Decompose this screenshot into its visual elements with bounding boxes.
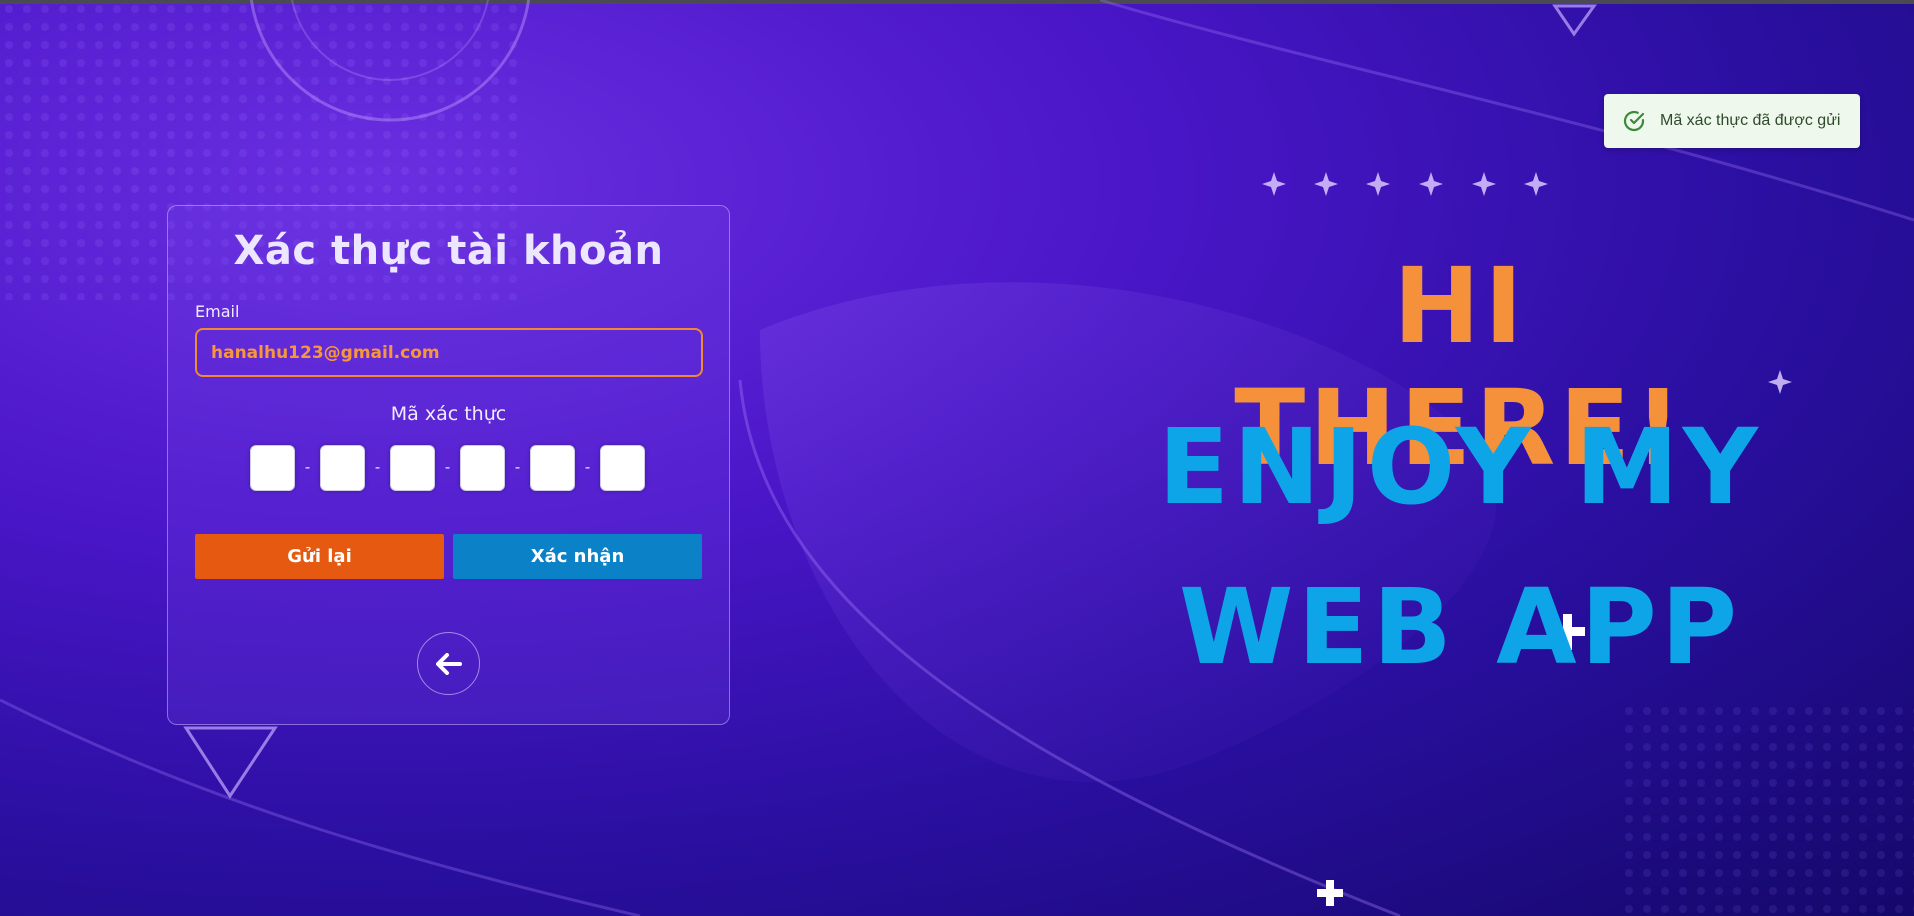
toast-message: Mã xác thực đã được gửi bbox=[1660, 112, 1841, 129]
code-digit-input[interactable] bbox=[250, 445, 295, 491]
code-digit-input[interactable] bbox=[530, 445, 575, 491]
verification-code-inputs: - - - - - bbox=[250, 445, 645, 491]
check-circle-icon bbox=[1623, 110, 1645, 132]
back-button[interactable] bbox=[417, 632, 480, 695]
code-separator: - bbox=[304, 459, 311, 476]
email-field[interactable] bbox=[195, 328, 703, 377]
hero-line-3: WEB APP bbox=[1178, 566, 1742, 688]
code-separator: - bbox=[374, 459, 381, 476]
hero-line-2: ENJOY MY bbox=[1158, 406, 1762, 528]
code-digit-input[interactable] bbox=[460, 445, 505, 491]
code-separator: - bbox=[444, 459, 451, 476]
code-digit-input[interactable] bbox=[600, 445, 645, 491]
code-digit-input[interactable] bbox=[390, 445, 435, 491]
arrow-left-icon bbox=[435, 652, 462, 675]
email-label: Email bbox=[195, 302, 240, 321]
verification-code-label: Mã xác thực bbox=[390, 403, 507, 425]
code-separator: - bbox=[514, 459, 521, 476]
code-separator: - bbox=[584, 459, 591, 476]
verify-account-card: Xác thực tài khoản Email Mã xác thực - -… bbox=[167, 205, 730, 725]
confirm-button[interactable]: Xác nhận bbox=[453, 534, 702, 579]
success-toast: Mã xác thực đã được gửi bbox=[1604, 94, 1860, 148]
code-digit-input[interactable] bbox=[320, 445, 365, 491]
resend-button[interactable]: Gửi lại bbox=[195, 534, 444, 579]
page-title: Xác thực tài khoản bbox=[233, 228, 664, 274]
